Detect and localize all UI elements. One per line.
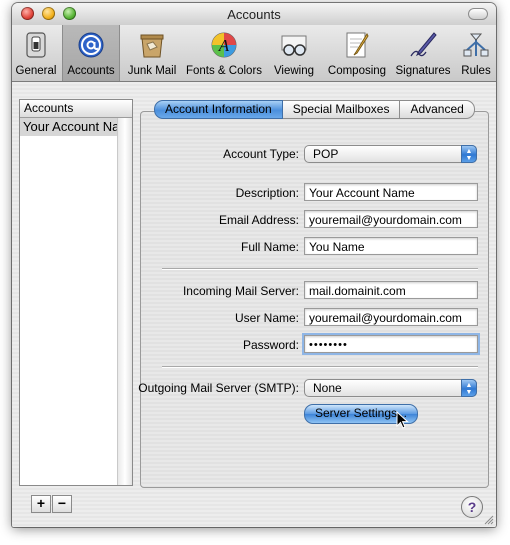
- toolbar-item-signatures[interactable]: Signatures: [392, 25, 454, 81]
- svg-text:A: A: [218, 36, 230, 55]
- preferences-content: Accounts Your Account Name + − Account I…: [12, 82, 496, 527]
- smtp-server-label: Outgoing Mail Server (SMTP):: [138, 381, 299, 395]
- fonts-colors-icon: A: [211, 32, 237, 58]
- toolbar-item-fonts-colors[interactable]: A Fonts & Colors: [184, 25, 264, 81]
- title-bar[interactable]: Accounts: [12, 3, 496, 26]
- toolbar-item-general[interactable]: General: [12, 25, 60, 81]
- account-tabs: Account Information Special Mailboxes Ad…: [154, 100, 475, 119]
- smtp-server-popup[interactable]: None ▲ ▼: [304, 379, 477, 397]
- signature-pen-icon: [410, 32, 437, 57]
- toolbar-label-junk-mail: Junk Mail: [127, 65, 177, 77]
- full-name-field[interactable]: You Name: [304, 237, 478, 255]
- incoming-server-label: Incoming Mail Server:: [182, 284, 299, 298]
- remove-account-button[interactable]: −: [52, 495, 72, 513]
- viewing-glasses-icon: [281, 35, 307, 56]
- toolbar-label-accounts: Accounts: [67, 65, 115, 77]
- preferences-window: Accounts General Accounts Junk Mail A Fo…: [12, 3, 496, 527]
- account-info-panel: [140, 111, 489, 488]
- accounts-list-scrollbar[interactable]: [117, 118, 132, 485]
- toolbar-label-composing: Composing: [327, 65, 387, 77]
- junk-mail-icon: [140, 34, 164, 58]
- account-type-label: Account Type:: [223, 147, 299, 161]
- account-type-popup[interactable]: POP ▲ ▼: [304, 145, 477, 163]
- add-account-button[interactable]: +: [31, 495, 51, 513]
- popup-arrows-icon: ▲ ▼: [461, 379, 477, 397]
- description-label: Description:: [235, 186, 299, 200]
- preferences-toolbar: General Accounts Junk Mail A Fonts & Col…: [12, 25, 496, 82]
- mouse-pointer-icon: [396, 411, 409, 429]
- toolbar-item-junk-mail[interactable]: Junk Mail: [122, 25, 182, 81]
- description-field[interactable]: Your Account Name: [304, 183, 478, 201]
- toolbar-item-viewing[interactable]: Viewing: [266, 25, 322, 81]
- password-label: Password:: [242, 338, 299, 352]
- toolbar-label-general: General: [15, 65, 57, 77]
- window-title: Accounts: [227, 7, 281, 22]
- section-divider: [162, 366, 478, 367]
- user-name-label: User Name:: [234, 311, 299, 325]
- toolbar-label-viewing: Viewing: [273, 65, 315, 77]
- accounts-list-header[interactable]: Accounts: [20, 100, 132, 118]
- tab-advanced[interactable]: Advanced: [400, 100, 475, 119]
- toolbar-item-rules[interactable]: Rules: [456, 25, 496, 81]
- list-item[interactable]: Your Account Name: [20, 118, 132, 136]
- accounts-list: Accounts Your Account Name: [19, 99, 133, 486]
- at-sign-icon: [78, 32, 104, 58]
- popup-arrows-icon: ▲ ▼: [461, 145, 477, 163]
- account-type-value: POP: [313, 147, 339, 161]
- toolbar-item-accounts[interactable]: Accounts: [62, 25, 120, 81]
- email-address-label: Email Address:: [218, 213, 299, 227]
- toolbar-label-signatures: Signatures: [395, 65, 451, 77]
- toolbar-label-rules: Rules: [461, 65, 491, 77]
- password-field[interactable]: ••••••••: [304, 335, 478, 353]
- incoming-server-field[interactable]: mail.domainit.com: [304, 281, 478, 299]
- user-name-field[interactable]: youremail@yourdomain.com: [304, 308, 478, 326]
- tab-account-information[interactable]: Account Information: [154, 100, 283, 119]
- tab-special-mailboxes[interactable]: Special Mailboxes: [282, 100, 401, 119]
- resize-grip-icon[interactable]: [482, 513, 494, 525]
- toolbar-toggle-button[interactable]: [468, 8, 488, 20]
- rules-icon: [463, 33, 489, 57]
- email-address-field[interactable]: youremail@yourdomain.com: [304, 210, 478, 228]
- toolbar-item-composing[interactable]: Composing: [324, 25, 390, 81]
- composing-pencil-icon: [346, 32, 369, 58]
- general-switch-icon: [26, 32, 46, 58]
- toolbar-label-fonts-colors: Fonts & Colors: [185, 65, 263, 77]
- full-name-label: Full Name:: [240, 240, 299, 254]
- section-divider: [162, 268, 478, 269]
- smtp-server-value: None: [313, 381, 342, 395]
- help-button[interactable]: ?: [461, 496, 483, 518]
